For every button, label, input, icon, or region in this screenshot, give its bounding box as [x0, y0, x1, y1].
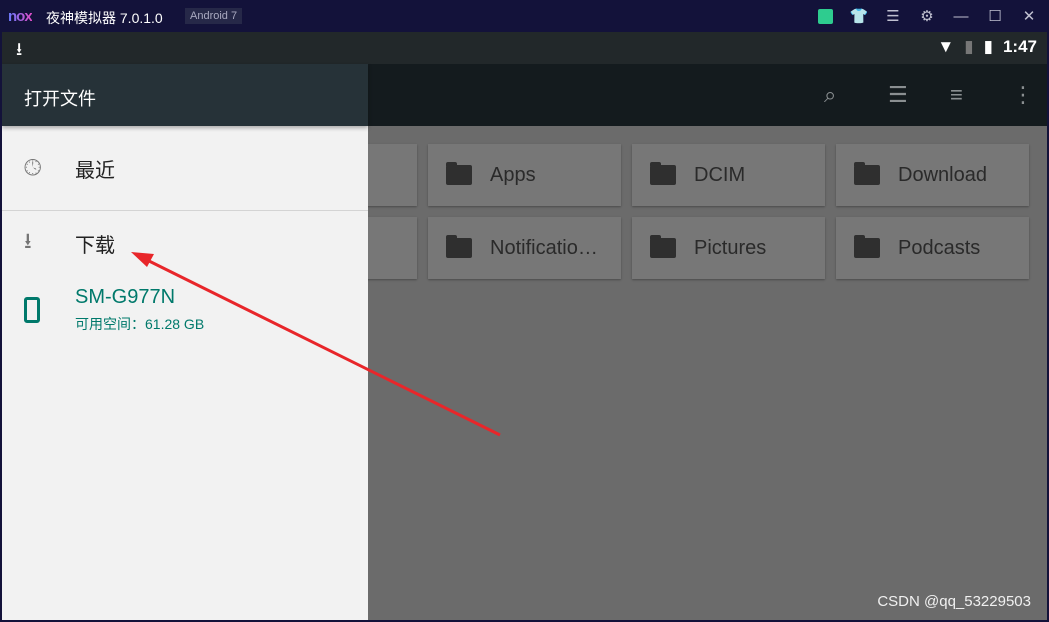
folder-name: Pictures	[694, 236, 767, 259]
watermark: CSDN @qq_53229503	[877, 593, 1031, 610]
device-name: SM-G977N	[75, 286, 176, 308]
drawer-item-device[interactable]: SM-G977N 可用空间：61.28 GB	[2, 275, 368, 345]
folder-name: Download	[898, 163, 987, 186]
navigation-drawer: 打开文件 🕓︎ 最近 ⭳ 下载 SM-G977N 可用空间：61.28 GB	[2, 64, 368, 620]
folder-name: Notificatio…	[490, 236, 598, 259]
drawer-title: 打开文件	[2, 64, 368, 126]
folder-name: DCIM	[694, 163, 746, 186]
folder-card[interactable]: Apps	[428, 144, 621, 206]
folder-icon	[650, 162, 676, 185]
folder-name: Podcasts	[898, 236, 981, 259]
drawer-item-downloads[interactable]: ⭳ 下载	[2, 211, 368, 275]
folder-icon	[446, 235, 472, 258]
folder-card[interactable]: Download	[836, 144, 1029, 206]
folder-card[interactable]: DCIM	[632, 144, 825, 206]
folder-card[interactable]: Notificatio…	[428, 217, 621, 279]
device-free-space: 可用空间：61.28 GB	[75, 316, 205, 332]
folder-card[interactable]: Podcasts	[836, 217, 1029, 279]
close-icon[interactable]: ✕	[1019, 6, 1039, 26]
drawer-item-label: 最近	[75, 159, 115, 182]
drawer-item-label: 下载	[75, 234, 115, 257]
status-bar: ⭳ ▼ ▮ ▮ 1:47	[2, 32, 1047, 64]
sort-icon[interactable]: ≡	[950, 82, 963, 108]
clock: 1:47	[1002, 37, 1037, 56]
shop-icon[interactable]	[815, 6, 835, 26]
folder-icon	[650, 235, 676, 258]
android-version-badge: Android 7	[185, 8, 243, 24]
phone-icon	[2, 297, 75, 323]
emulator-titlebar: nox 夜神模拟器 7.0.1.0 Android 7 👕 ☰ ⚙ — ☐ ✕	[0, 0, 1049, 32]
drawer-item-recent[interactable]: 🕓︎ 最近	[2, 126, 368, 210]
nox-logo: nox	[8, 8, 33, 25]
download-icon: ⭳	[24, 228, 32, 253]
app-title: 夜神模拟器 7.0.1.0	[46, 10, 163, 26]
no-sim-icon: ▮	[964, 37, 974, 56]
search-icon[interactable]: ⌕	[824, 82, 836, 108]
skin-icon[interactable]: 👕	[849, 6, 869, 26]
list-view-icon[interactable]: ☰	[888, 82, 908, 108]
download-notification-icon: ⭳	[16, 39, 23, 59]
folder-icon	[446, 162, 472, 185]
folder-icon	[854, 162, 880, 185]
more-icon[interactable]: ⋮	[1012, 82, 1034, 108]
wifi-icon: ▼	[937, 37, 955, 56]
android-screen: ⭳ ▼ ▮ ▮ 1:47 ⌕ ☰ ≡ ⋮ Apps DCIM Download …	[2, 32, 1047, 620]
clock-icon: 🕓︎	[24, 155, 42, 180]
minimize-icon[interactable]: —	[951, 6, 971, 26]
settings-icon[interactable]: ⚙	[917, 6, 937, 26]
folder-name: Apps	[490, 163, 536, 186]
menu-icon[interactable]: ☰	[883, 6, 903, 26]
battery-icon: ▮	[983, 37, 993, 56]
folder-card[interactable]: Pictures	[632, 217, 825, 279]
folder-icon	[854, 235, 880, 258]
maximize-icon[interactable]: ☐	[985, 6, 1005, 26]
